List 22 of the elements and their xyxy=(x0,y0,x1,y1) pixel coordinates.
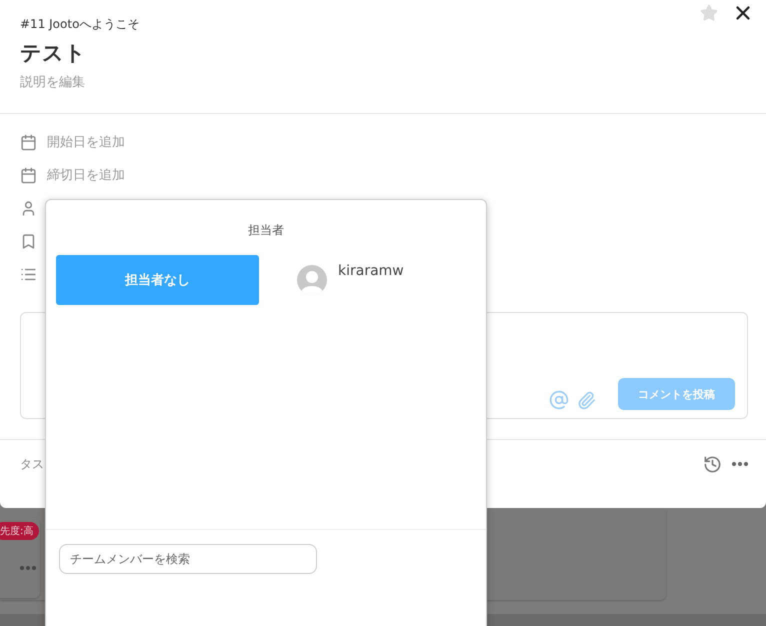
paperclip-icon[interactable] xyxy=(577,391,596,410)
priority-badge: 先度:高 xyxy=(0,522,40,540)
member-search-field[interactable]: チームメンバーを検索 xyxy=(59,544,317,574)
history-icon[interactable] xyxy=(703,454,722,474)
breadcrumb: #11 Jootoへようこそ xyxy=(20,16,140,33)
calendar-icon xyxy=(20,166,37,184)
star-icon[interactable] xyxy=(700,4,718,22)
bookmark-icon xyxy=(20,232,37,250)
person-icon xyxy=(20,200,37,216)
popup-title: 担当者 xyxy=(248,222,284,239)
attribute-link[interactable]: 開始日を追加 xyxy=(47,133,125,151)
more-icon[interactable] xyxy=(20,566,36,570)
attribute-link[interactable]: 締切日を追加 xyxy=(47,166,125,184)
footer-text: タス xyxy=(20,456,45,472)
task-title: テスト xyxy=(20,40,87,67)
mention-icon[interactable] xyxy=(549,390,569,410)
description-link[interactable]: 説明を編集 xyxy=(20,73,746,91)
no-assignee-button[interactable]: 担当者なし xyxy=(56,255,259,305)
more-icon[interactable] xyxy=(732,462,748,466)
member-option[interactable]: kiraramw xyxy=(297,255,404,295)
calendar-icon xyxy=(20,134,37,150)
avatar-icon xyxy=(297,265,327,295)
